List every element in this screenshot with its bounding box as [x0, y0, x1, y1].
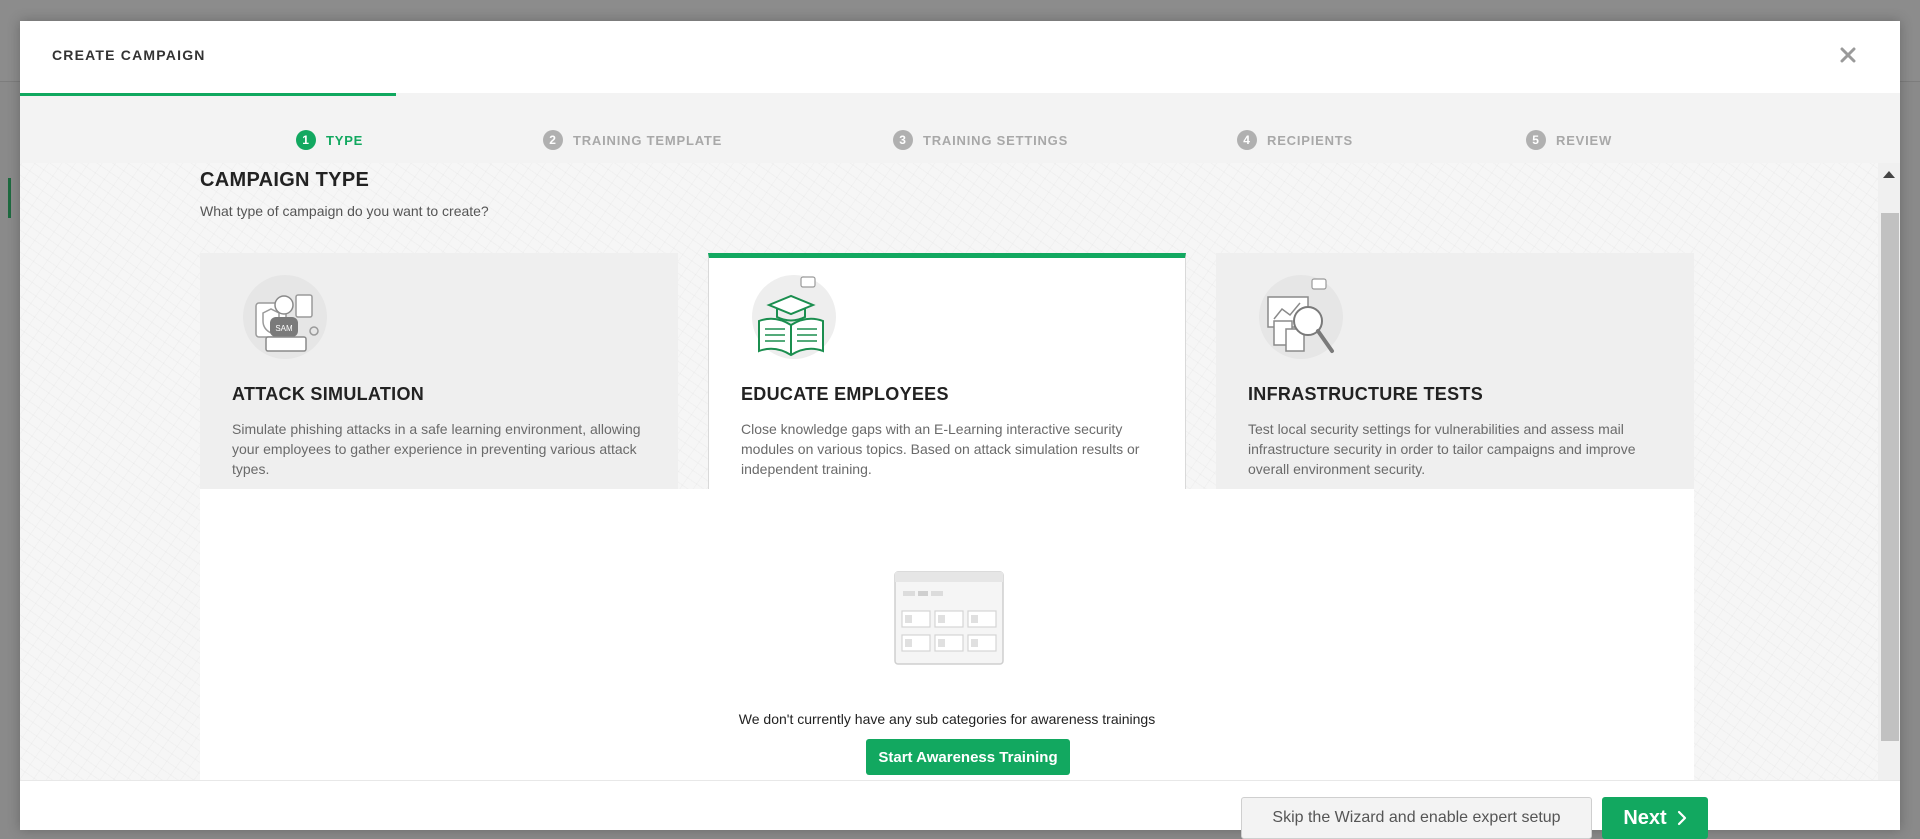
create-campaign-modal: CREATE CAMPAIGN 1 TYPE 2 TRAINING TEMPLA…	[20, 21, 1900, 839]
wizard-progress-bar	[20, 93, 396, 96]
hacker-laptop-icon: SAM	[243, 275, 327, 359]
scroll-up-arrow-icon[interactable]	[1883, 171, 1895, 178]
close-icon	[1840, 47, 1856, 63]
step-recipients[interactable]: 4 RECIPIENTS	[1237, 130, 1353, 150]
step-label: TYPE	[326, 132, 364, 148]
step-number: 5	[1526, 130, 1546, 150]
modal-header: CREATE CAMPAIGN	[20, 21, 1900, 93]
step-label: TRAINING SETTINGS	[923, 132, 1069, 148]
card-infrastructure-tests[interactable]: INFRASTRUCTURE TESTS Test local security…	[1216, 253, 1694, 489]
step-review[interactable]: 5 REVIEW	[1526, 130, 1612, 150]
section-title: CAMPAIGN TYPE	[200, 169, 370, 191]
card-educate-employees[interactable]: EDUCATE EMPLOYEES Close knowledge gaps w…	[708, 253, 1186, 489]
step-number: 3	[893, 130, 913, 150]
next-button-label: Next	[1623, 806, 1667, 829]
wizard-content: CAMPAIGN TYPE What type of campaign do y…	[20, 163, 1900, 780]
card-title: ATTACK SIMULATION	[232, 384, 425, 404]
subcategory-panel: We don't currently have any sub categori…	[200, 489, 1694, 780]
card-title: EDUCATE EMPLOYEES	[741, 384, 949, 404]
modal-title: CREATE CAMPAIGN	[52, 47, 206, 63]
card-description: Close knowledge gaps with an E-Learning …	[741, 421, 1140, 477]
close-button[interactable]	[1836, 43, 1860, 67]
graduation-book-icon	[752, 275, 836, 359]
chevron-right-icon	[1677, 810, 1686, 826]
start-awareness-training-button[interactable]: Start Awareness Training	[866, 739, 1070, 775]
step-label: RECIPIENTS	[1267, 132, 1354, 148]
svg-text:SAM: SAM	[275, 324, 293, 333]
background-nav-indicator	[8, 178, 11, 218]
card-attack-simulation[interactable]: SAM ATTACK SIMULATION Simulate phishing …	[200, 253, 678, 489]
card-description: Simulate phishing attacks in a safe lear…	[232, 421, 641, 477]
step-number: 2	[543, 130, 563, 150]
step-type[interactable]: 1 TYPE	[296, 130, 363, 150]
magnifier-documents-icon	[1259, 275, 1343, 359]
step-training-template[interactable]: 2 TRAINING TEMPLATE	[543, 130, 722, 150]
next-button[interactable]: Next	[1602, 797, 1708, 839]
step-label: TRAINING TEMPLATE	[573, 132, 723, 148]
section-subtitle: What type of campaign do you want to cre…	[200, 203, 489, 219]
content-scrollbar[interactable]	[1878, 163, 1900, 780]
step-training-settings[interactable]: 3 TRAINING SETTINGS	[893, 130, 1068, 150]
modal-footer: Skip the Wizard and enable expert setup …	[20, 780, 1900, 839]
card-title: INFRASTRUCTURE TESTS	[1248, 384, 1483, 404]
card-description: Test local security settings for vulnera…	[1248, 421, 1636, 477]
empty-grid-icon	[894, 571, 1004, 665]
skip-wizard-button[interactable]: Skip the Wizard and enable expert setup	[1241, 797, 1592, 839]
wizard-stepper: 1 TYPE 2 TRAINING TEMPLATE 3 TRAINING SE…	[20, 93, 1900, 163]
step-number: 1	[296, 130, 316, 150]
empty-state-message: We don't currently have any sub categori…	[738, 711, 1156, 727]
step-number: 4	[1237, 130, 1257, 150]
step-label: REVIEW	[1556, 132, 1613, 148]
scrollbar-thumb[interactable]	[1881, 213, 1899, 741]
